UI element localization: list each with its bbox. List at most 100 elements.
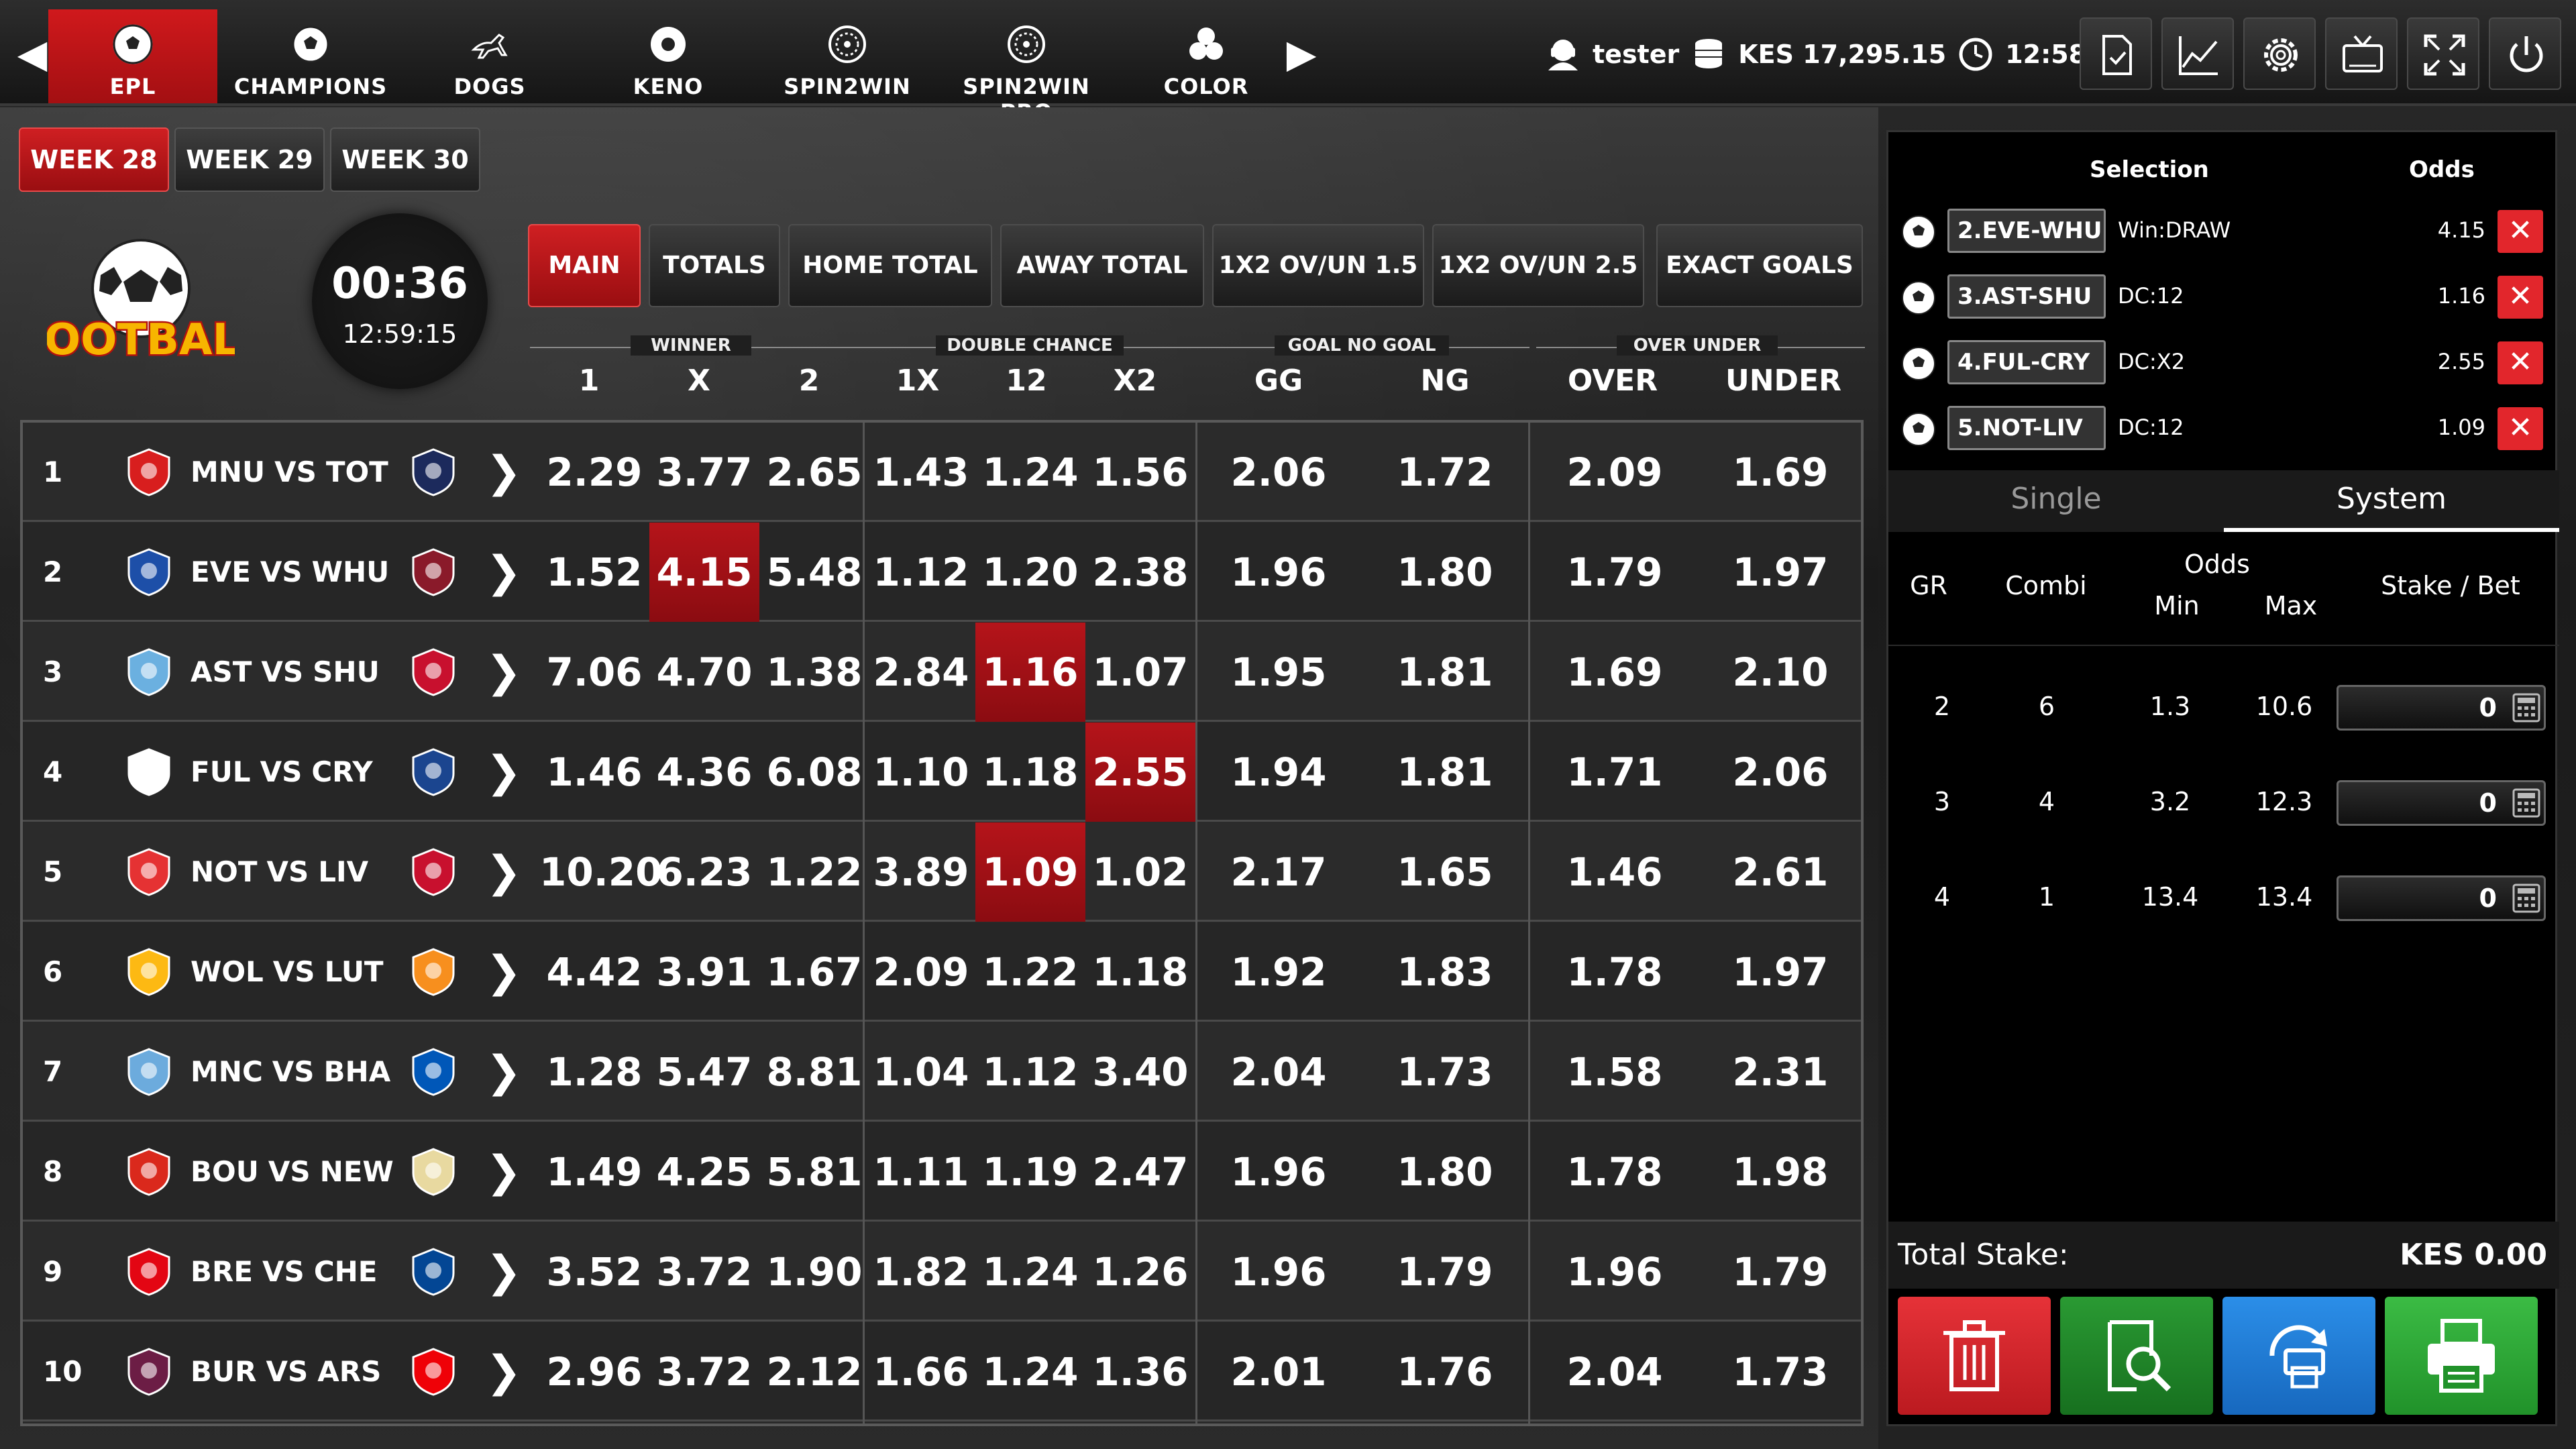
odds-cell-1[interactable]: 4.42 xyxy=(539,922,649,1022)
odds-cell-x2[interactable]: 3.40 xyxy=(1085,1022,1195,1122)
odds-cell-12[interactable]: 1.16 xyxy=(975,623,1085,722)
market-tab-totals[interactable]: TOTALS xyxy=(649,224,780,307)
odds-cell-12[interactable]: 1.24 xyxy=(975,1222,1085,1322)
odds-cell-1x[interactable]: 1.12 xyxy=(867,523,975,622)
match-details-chevron-icon[interactable]: ❯ xyxy=(486,423,522,522)
odds-cell-1[interactable]: 3.52 xyxy=(539,1222,649,1322)
market-tab-exact-goals[interactable]: EXACT GOALS xyxy=(1656,224,1863,307)
odds-cell-x[interactable]: 5.47 xyxy=(649,1022,759,1122)
odds-cell-1x[interactable]: 1.10 xyxy=(867,722,975,822)
odds-cell-over[interactable]: 1.58 xyxy=(1531,1022,1699,1122)
remove-selection-button[interactable]: ✕ xyxy=(2498,210,2543,253)
odds-cell-gg[interactable]: 1.94 xyxy=(1198,722,1359,822)
odds-cell-gg[interactable]: 1.92 xyxy=(1198,922,1359,1022)
odds-cell-ng[interactable]: 1.72 xyxy=(1364,423,1525,522)
week-tab-29[interactable]: WEEK 29 xyxy=(174,127,325,192)
odds-cell-2[interactable]: 1.67 xyxy=(759,922,869,1022)
tab-single[interactable]: Single xyxy=(1888,470,2224,532)
odds-cell-1x[interactable]: 1.11 xyxy=(867,1122,975,1222)
odds-cell-2[interactable]: 1.38 xyxy=(759,623,869,722)
odds-cell-2[interactable]: 1.90 xyxy=(759,1222,869,1322)
odds-cell-gg[interactable]: 1.95 xyxy=(1198,623,1359,722)
odds-cell-under[interactable]: 1.69 xyxy=(1700,423,1861,522)
odds-cell-ng[interactable]: 1.80 xyxy=(1364,523,1525,622)
odds-cell-over[interactable]: 1.46 xyxy=(1531,822,1699,922)
odds-cell-2[interactable]: 8.81 xyxy=(759,1022,869,1122)
odds-cell-x2[interactable]: 1.07 xyxy=(1085,623,1195,722)
odds-cell-x[interactable]: 4.70 xyxy=(649,623,759,722)
odds-cell-x[interactable]: 6.23 xyxy=(649,822,759,922)
odds-cell-1x[interactable]: 3.89 xyxy=(867,822,975,922)
odds-cell-gg[interactable]: 1.96 xyxy=(1198,523,1359,622)
odds-cell-12[interactable]: 1.24 xyxy=(975,423,1085,522)
clear-betslip-button[interactable] xyxy=(1898,1297,2051,1415)
market-tab-1x2-ovun-15[interactable]: 1X2 OV/UN 1.5 xyxy=(1212,224,1424,307)
odds-cell-over[interactable]: 1.69 xyxy=(1531,623,1699,722)
match-details-chevron-icon[interactable]: ❯ xyxy=(486,623,522,722)
odds-cell-12[interactable]: 1.12 xyxy=(975,1022,1085,1122)
odds-cell-1[interactable]: 2.29 xyxy=(539,423,649,522)
odds-cell-1[interactable]: 1.49 xyxy=(539,1122,649,1222)
odds-cell-under[interactable]: 2.61 xyxy=(1700,822,1861,922)
match-details-chevron-icon[interactable]: ❯ xyxy=(486,822,522,922)
calculator-icon[interactable] xyxy=(2512,883,2540,913)
odds-cell-gg[interactable]: 2.06 xyxy=(1198,423,1359,522)
odds-cell-x[interactable]: 3.72 xyxy=(649,1222,759,1322)
odds-cell-1[interactable]: 2.96 xyxy=(539,1322,649,1421)
odds-cell-ng[interactable]: 1.65 xyxy=(1364,822,1525,922)
odds-cell-ng[interactable]: 1.79 xyxy=(1364,1222,1525,1322)
odds-cell-x2[interactable]: 2.38 xyxy=(1085,523,1195,622)
game-tab-dogs[interactable]: DOGS xyxy=(405,9,574,103)
odds-cell-x2[interactable]: 1.02 xyxy=(1085,822,1195,922)
odds-cell-x[interactable]: 3.91 xyxy=(649,922,759,1022)
match-details-chevron-icon[interactable]: ❯ xyxy=(486,1122,522,1222)
reprint-button[interactable] xyxy=(2222,1297,2375,1415)
match-details-chevron-icon[interactable]: ❯ xyxy=(486,1022,522,1122)
odds-cell-under[interactable]: 1.98 xyxy=(1700,1122,1861,1222)
odds-cell-1x[interactable]: 1.66 xyxy=(867,1322,975,1421)
odds-cell-x2[interactable]: 1.36 xyxy=(1085,1322,1195,1421)
game-tab-keno[interactable]: KENO xyxy=(584,9,753,103)
match-details-chevron-icon[interactable]: ❯ xyxy=(486,1222,522,1322)
statistics-button[interactable] xyxy=(2161,17,2234,90)
odds-cell-1x[interactable]: 2.09 xyxy=(867,922,975,1022)
odds-cell-1[interactable]: 1.52 xyxy=(539,523,649,622)
odds-cell-12[interactable]: 1.18 xyxy=(975,722,1085,822)
remove-selection-button[interactable]: ✕ xyxy=(2498,276,2543,319)
odds-cell-over[interactable]: 1.78 xyxy=(1531,1122,1699,1222)
match-details-chevron-icon[interactable]: ❯ xyxy=(486,1322,522,1421)
odds-cell-1[interactable]: 1.46 xyxy=(539,722,649,822)
odds-cell-gg[interactable]: 2.04 xyxy=(1198,1022,1359,1122)
odds-cell-ng[interactable]: 1.81 xyxy=(1364,623,1525,722)
odds-cell-under[interactable]: 2.31 xyxy=(1700,1022,1861,1122)
odds-cell-12[interactable]: 1.22 xyxy=(975,922,1085,1022)
match-details-chevron-icon[interactable]: ❯ xyxy=(486,523,522,622)
odds-cell-gg[interactable]: 2.01 xyxy=(1198,1322,1359,1421)
odds-cell-gg[interactable]: 1.96 xyxy=(1198,1122,1359,1222)
tv-button[interactable] xyxy=(2325,17,2398,90)
market-tab-away-total[interactable]: AWAY TOTAL xyxy=(1000,224,1204,307)
calculator-icon[interactable] xyxy=(2512,693,2540,722)
odds-cell-under[interactable]: 1.73 xyxy=(1700,1322,1861,1421)
check-ticket-button[interactable] xyxy=(2060,1297,2213,1415)
odds-cell-ng[interactable]: 1.80 xyxy=(1364,1122,1525,1222)
odds-cell-1[interactable]: 1.28 xyxy=(539,1022,649,1122)
power-button[interactable] xyxy=(2489,17,2561,90)
odds-cell-x2[interactable]: 1.18 xyxy=(1085,922,1195,1022)
odds-cell-over[interactable]: 1.96 xyxy=(1531,1222,1699,1322)
odds-cell-x[interactable]: 3.77 xyxy=(649,423,759,522)
odds-cell-gg[interactable]: 2.17 xyxy=(1198,822,1359,922)
odds-cell-1x[interactable]: 1.82 xyxy=(867,1222,975,1322)
odds-cell-under[interactable]: 2.06 xyxy=(1700,722,1861,822)
odds-cell-ng[interactable]: 1.81 xyxy=(1364,722,1525,822)
odds-cell-1x[interactable]: 2.84 xyxy=(867,623,975,722)
odds-cell-under[interactable]: 1.97 xyxy=(1700,523,1861,622)
odds-cell-over[interactable]: 2.04 xyxy=(1531,1322,1699,1421)
odds-cell-2[interactable]: 2.12 xyxy=(759,1322,869,1421)
odds-cell-x[interactable]: 3.72 xyxy=(649,1322,759,1421)
market-tab-1x2-ovun-25[interactable]: 1X2 OV/UN 2.5 xyxy=(1432,224,1644,307)
odds-cell-ng[interactable]: 1.76 xyxy=(1364,1322,1525,1421)
market-tab-main[interactable]: MAIN xyxy=(528,224,641,307)
nav-next-arrow[interactable]: ▶ xyxy=(1281,27,1322,80)
odds-cell-12[interactable]: 1.09 xyxy=(975,822,1085,922)
